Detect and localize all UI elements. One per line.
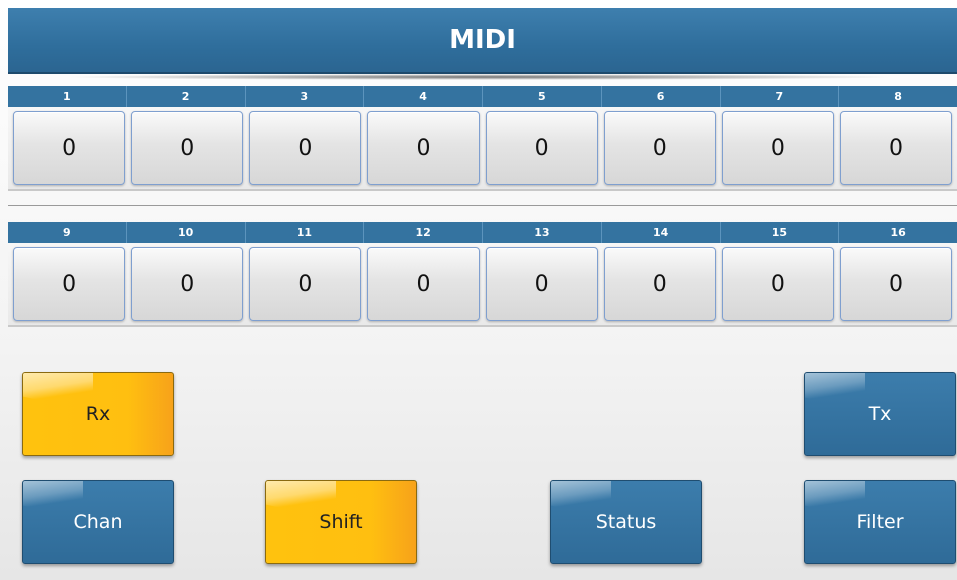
channel-label: 6 [602,86,721,107]
channel-value-button[interactable]: 0 [485,247,598,321]
channel-value-button[interactable]: 0 [721,111,834,185]
status-button[interactable]: Status [550,480,702,564]
channel-value-button[interactable]: 0 [367,111,480,185]
channel-label: 4 [364,86,483,107]
filter-button-label: Filter [856,511,904,533]
divider [8,205,957,206]
chan-button[interactable]: Chan [22,480,174,564]
channel-value-button[interactable]: 0 [13,247,126,321]
channel-label: 13 [483,222,602,243]
rx-button[interactable]: Rx [22,372,174,456]
channel-value-button[interactable]: 0 [249,111,362,185]
channel-label: 3 [246,86,365,107]
channel-value-row-2: 0 0 0 0 0 0 0 0 [8,243,957,327]
channel-value-button[interactable]: 0 [131,247,244,321]
channel-value-button[interactable]: 0 [367,247,480,321]
channel-value-button[interactable]: 0 [603,247,716,321]
channel-value-button[interactable]: 0 [721,247,834,321]
channel-label: 15 [721,222,840,243]
channel-label: 14 [602,222,721,243]
tx-button[interactable]: Tx [804,372,956,456]
channel-value-button[interactable]: 0 [485,111,598,185]
channel-value-button[interactable]: 0 [839,247,952,321]
channel-label: 16 [890,226,906,239]
channel-header-row-1: 1 2 3 4 5 6 7 8 [8,86,957,107]
channel-label: 7 [721,86,840,107]
filter-button[interactable]: Filter [804,480,956,564]
channel-value-button[interactable]: 0 [839,111,952,185]
rx-button-label: Rx [85,403,111,425]
channel-label: 12 [364,222,483,243]
channel-value-button[interactable]: 0 [131,111,244,185]
shift-button[interactable]: Shift [265,480,417,564]
channel-label: 1 [8,86,127,107]
channel-label: 9 [8,222,127,243]
shift-button-label: Shift [319,511,363,533]
channel-label: 8 [894,90,902,103]
tx-button-label: Tx [868,403,892,425]
status-button-label: Status [595,511,657,533]
channel-header-row-2: 9 10 11 12 13 14 15 16 [8,222,957,243]
page-title: MIDI [8,8,957,74]
channel-label: 11 [246,222,365,243]
channel-value-button[interactable]: 0 [603,111,716,185]
channel-label: 5 [483,86,602,107]
channel-value-row-1: 0 0 0 0 0 0 0 0 [8,107,957,191]
title-shadow [60,74,900,80]
channel-value-button[interactable]: 0 [13,111,126,185]
chan-button-label: Chan [73,511,123,533]
channel-label: 2 [127,86,246,107]
channel-value-button[interactable]: 0 [249,247,362,321]
channel-label: 10 [127,222,246,243]
